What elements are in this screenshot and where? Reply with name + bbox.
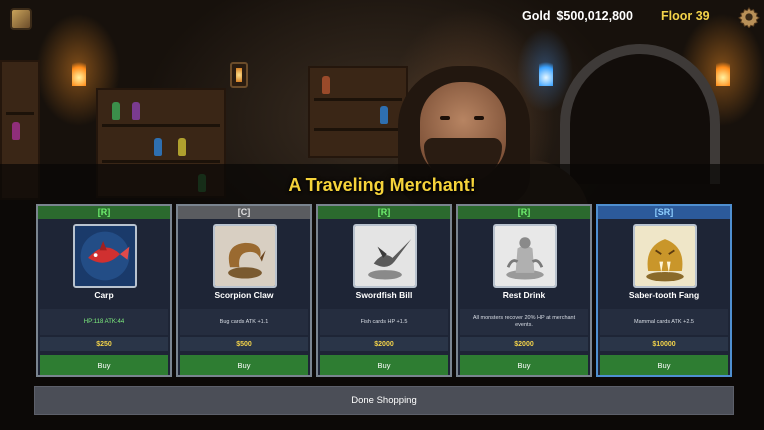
item-name: Swordfish Bill (355, 290, 413, 300)
done-shopping-button[interactable]: Done Shopping (34, 386, 734, 415)
item-name: Scorpion Claw (214, 290, 274, 300)
lantern-icon (230, 62, 248, 88)
rarity-badge: [C] (178, 206, 310, 219)
shop-item-card: [SR] Saber-tooth Fang Mammal cards ATK +… (596, 204, 732, 377)
buy-button[interactable]: Buy (600, 355, 728, 375)
rarity-badge: [R] (458, 206, 590, 219)
item-effect: Mammal cards ATK +2.5 (600, 309, 728, 335)
carp-icon (73, 224, 137, 288)
blue-torch-icon (539, 58, 553, 86)
inventory-icon[interactable] (10, 8, 32, 30)
back-shelf (308, 66, 408, 158)
rarity-badge: [R] (318, 206, 450, 219)
merchant-title: A Traveling Merchant! (288, 175, 476, 195)
shop-item-card: [R] Carp HP:118 ATK:44 $250 Buy (36, 204, 172, 377)
item-price: $2000 (320, 337, 448, 351)
buy-button[interactable]: Buy (320, 355, 448, 375)
saber-tooth-fang-icon (633, 224, 697, 288)
item-effect: Fish cards HP +1.5 (320, 309, 448, 335)
item-price: $500 (180, 337, 308, 351)
buy-button[interactable]: Buy (40, 355, 168, 375)
item-name: Saber-tooth Fang (628, 290, 700, 300)
item-effect: Bug cards ATK +1.1 (180, 309, 308, 335)
swordfish-bill-icon (353, 224, 417, 288)
shop-item-card: [C] Scorpion Claw Bug cards ATK +1.1 $50… (176, 204, 312, 377)
item-price: $10000 (600, 337, 728, 351)
item-effect: All monsters recover 20% HP at merchant … (460, 309, 588, 335)
item-name: Carp (94, 290, 114, 300)
item-name: Rest Drink (502, 290, 546, 300)
gold-display: Gold $500,012,800 (522, 9, 633, 23)
rarity-badge: [R] (38, 206, 170, 219)
item-effect: HP:118 ATK:44 (40, 309, 168, 335)
shop-item-card: [R] Swordfish Bill Fish cards HP +1.5 $2… (316, 204, 452, 377)
rest-drink-icon (493, 224, 557, 288)
rarity-badge: [SR] (598, 206, 730, 219)
item-price: $2000 (460, 337, 588, 351)
buy-button[interactable]: Buy (460, 355, 588, 375)
gold-label: Gold (522, 9, 551, 23)
item-price: $250 (40, 337, 168, 351)
shop-item-list: [R] Carp HP:118 ATK:44 $250 Buy [C] Scor… (36, 204, 732, 377)
torch-icon (72, 58, 86, 86)
gear-icon[interactable] (738, 6, 760, 29)
scorpion-claw-icon (213, 224, 277, 288)
buy-button[interactable]: Buy (180, 355, 308, 375)
floor-indicator: Floor 39 (661, 9, 710, 23)
shop-item-card: [R] Rest Drink All monsters recover 20% … (456, 204, 592, 377)
gold-value: $500,012,800 (556, 9, 633, 23)
stone-archway (560, 44, 720, 184)
torch-icon (716, 58, 730, 86)
